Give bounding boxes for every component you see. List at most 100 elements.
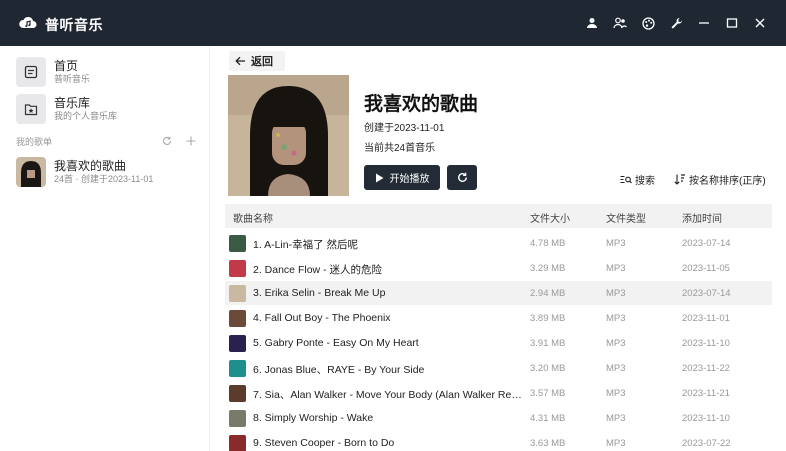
search-list-icon (620, 175, 632, 183)
song-type: MP3 (606, 338, 626, 349)
playlist-section-label: 我的歌单 (16, 136, 53, 147)
song-cover-icon (229, 335, 246, 352)
column-header-date[interactable]: 添加时间 (682, 210, 722, 225)
song-size: 3.57 MB (530, 388, 566, 399)
song-row[interactable]: 9. Steven Cooper - Born to Do 3.63 MB MP… (225, 431, 772, 451)
playlist-thumbnail (16, 157, 46, 187)
song-title: 3. Erika Selin - Break Me Up (253, 287, 386, 299)
title-bar: 普听音乐 (0, 0, 786, 46)
song-row[interactable]: 5. Gabry Ponte - Easy On My Heart 3.91 M… (225, 331, 772, 355)
refresh-button[interactable] (447, 165, 477, 190)
song-date: 2023-07-22 (682, 438, 731, 449)
column-header-name[interactable]: 歌曲名称 (233, 210, 273, 225)
song-cover-icon (229, 360, 246, 377)
arrow-left-icon (235, 56, 245, 66)
sidebar-item-label: 首页 (54, 59, 79, 73)
song-date: 2023-11-01 (682, 313, 730, 324)
song-date: 2023-11-05 (682, 263, 730, 274)
song-size: 3.63 MB (530, 438, 566, 449)
song-row[interactable]: 7. Sia、Alan Walker - Move Your Body (Ala… (225, 381, 772, 405)
sidebar-playlist-item[interactable]: 我喜欢的歌曲 24首 · 创建于2023-11-01 (16, 156, 206, 188)
home-icon (16, 57, 46, 87)
sort-icon (674, 174, 685, 185)
palette-icon[interactable] (634, 9, 662, 37)
play-icon (375, 173, 383, 182)
maximize-icon[interactable] (718, 9, 746, 37)
song-cover-icon (229, 310, 246, 327)
song-row[interactable]: 1. A-Lin-幸福了 然后呢 4.78 MB MP3 2023-07-14 (225, 231, 772, 255)
playlist-section-header: 我的歌单 (16, 134, 196, 148)
song-title: 7. Sia、Alan Walker - Move Your Body (Ala… (253, 389, 523, 401)
song-title: 2. Dance Flow - 迷人的危险 (253, 264, 382, 276)
playlist-title: 我喜欢的歌曲 (54, 159, 127, 173)
sidebar-item-sublabel: 我的个人音乐库 (54, 111, 118, 121)
song-type: MP3 (606, 438, 626, 449)
playlist-subtitle: 24首 · 创建于2023-11-01 (54, 174, 154, 184)
song-date: 2023-07-14 (682, 288, 731, 299)
app-title: 普听音乐 (45, 17, 103, 33)
sidebar: 首页 普听音乐 音乐库 我的个人音乐库 我的歌单 我喜欢的歌曲 24首 · 创建… (0, 46, 210, 451)
song-type: MP3 (606, 363, 626, 374)
playlist-cover-image (228, 75, 349, 196)
song-type: MP3 (606, 413, 626, 424)
back-label: 返回 (251, 56, 273, 68)
sidebar-item-sublabel: 普听音乐 (54, 74, 91, 84)
play-all-label: 开始播放 (389, 174, 430, 185)
song-size: 3.20 MB (530, 363, 566, 374)
song-size: 4.31 MB (530, 413, 566, 424)
song-cover-icon (229, 235, 246, 252)
user-icon[interactable] (578, 9, 606, 37)
library-icon (16, 94, 46, 124)
song-type: MP3 (606, 263, 626, 274)
sidebar-item-library[interactable]: 音乐库 我的个人音乐库 (16, 93, 206, 125)
close-icon[interactable] (746, 9, 774, 37)
song-date: 2023-07-14 (682, 238, 731, 249)
song-title: 4. Fall Out Boy - The Phoenix (253, 312, 391, 324)
song-type: MP3 (606, 288, 626, 299)
playlist-name: 我喜欢的歌曲 (364, 94, 479, 115)
song-title: 5. Gabry Ponte - Easy On My Heart (253, 337, 419, 349)
song-type: MP3 (606, 388, 626, 399)
column-header-type[interactable]: 文件类型 (606, 210, 646, 225)
search-label: 搜索 (635, 176, 655, 187)
song-size: 3.91 MB (530, 338, 566, 349)
song-row[interactable]: 6. Jonas Blue、RAYE - By Your Side 3.20 M… (225, 356, 772, 380)
playlist-song-count: 当前共24首音乐 (364, 143, 436, 154)
song-table-header: 歌曲名称 文件大小 文件类型 添加时间 (225, 204, 772, 228)
play-all-button[interactable]: 开始播放 (364, 165, 440, 190)
search-button[interactable]: 搜索 (620, 172, 655, 187)
song-row[interactable]: 4. Fall Out Boy - The Phoenix 3.89 MB MP… (225, 306, 772, 330)
cloud-music-logo-icon (19, 16, 37, 28)
song-cover-icon (229, 385, 246, 402)
back-button[interactable]: 返回 (229, 51, 285, 71)
song-type: MP3 (606, 313, 626, 324)
wrench-icon[interactable] (662, 9, 690, 37)
sidebar-item-home[interactable]: 首页 普听音乐 (16, 56, 206, 88)
add-playlist-icon[interactable] (186, 136, 196, 146)
song-size: 4.78 MB (530, 238, 566, 249)
song-date: 2023-11-10 (682, 338, 730, 349)
column-header-size[interactable]: 文件大小 (530, 210, 570, 225)
users-icon[interactable] (606, 9, 634, 37)
sidebar-item-label: 音乐库 (54, 96, 91, 110)
playlist-created-date: 创建于2023-11-01 (364, 123, 445, 134)
song-date: 2023-11-21 (682, 388, 730, 399)
song-cover-icon (229, 435, 246, 451)
song-row[interactable]: 2. Dance Flow - 迷人的危险 3.29 MB MP3 2023-1… (225, 256, 772, 280)
sort-button[interactable]: 按名称排序(正序) (674, 172, 766, 187)
song-row[interactable]: 3. Erika Selin - Break Me Up 2.94 MB MP3… (225, 281, 772, 305)
song-cover-icon (229, 285, 246, 302)
refresh-icon (457, 172, 467, 182)
song-cover-icon (229, 410, 246, 427)
sort-label: 按名称排序(正序) (689, 176, 766, 187)
song-row[interactable]: 8. Simply Worship - Wake 4.31 MB MP3 202… (225, 406, 772, 430)
refresh-playlists-icon[interactable] (162, 136, 172, 146)
song-type: MP3 (606, 238, 626, 249)
song-title: 8. Simply Worship - Wake (253, 412, 374, 424)
song-size: 3.29 MB (530, 263, 566, 274)
song-date: 2023-11-22 (682, 363, 730, 374)
minimize-icon[interactable] (690, 9, 718, 37)
song-size: 3.89 MB (530, 313, 566, 324)
song-title: 6. Jonas Blue、RAYE - By Your Side (253, 364, 425, 376)
song-title: 9. Steven Cooper - Born to Do (253, 437, 395, 449)
